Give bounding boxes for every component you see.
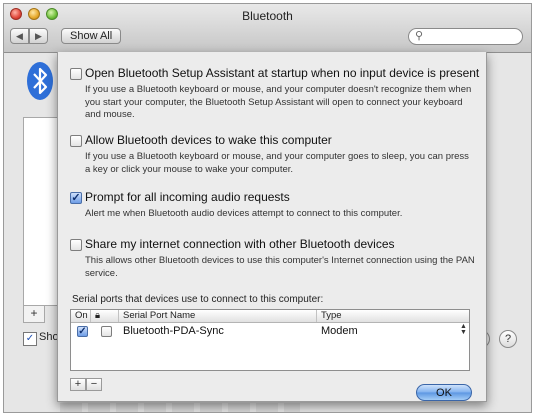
chevron-right-icon: ▶: [35, 31, 42, 41]
column-secure[interactable]: 🔒︎: [91, 310, 119, 322]
remove-port-button[interactable]: −: [86, 378, 102, 391]
advanced-settings-sheet: Open Bluetooth Setup Assistant at startu…: [57, 52, 487, 402]
port-name: Bluetooth-PDA-Sync: [123, 325, 224, 337]
window-title: Bluetooth: [242, 9, 293, 23]
column-on[interactable]: On: [71, 310, 91, 322]
ok-button[interactable]: OK: [416, 384, 472, 401]
show-all-button[interactable]: Show All: [61, 28, 122, 44]
option-description: This allows other Bluetooth devices to u…: [85, 255, 475, 279]
port-secure-checkbox[interactable]: [101, 326, 112, 337]
audio-requests-checkbox[interactable]: ✓: [70, 192, 82, 204]
option-description: If you use a Bluetooth keyboard or mouse…: [85, 151, 469, 175]
bluetooth-icon: [27, 62, 53, 100]
option-description: Alert me when Bluetooth audio devices at…: [85, 208, 403, 219]
setup-assistant-checkbox[interactable]: [70, 68, 82, 80]
table-header: On 🔒︎ Serial Port Name Type: [71, 310, 469, 323]
option-label: Allow Bluetooth devices to wake this com…: [85, 133, 332, 147]
show-status-label: Sho: [39, 331, 59, 343]
option-label: Share my internet connection with other …: [85, 237, 395, 251]
chevron-left-icon: ◀: [16, 31, 23, 41]
add-device-button[interactable]: +: [23, 305, 45, 323]
option-description: If you use a Bluetooth keyboard or mouse…: [85, 84, 472, 120]
title-bar: Bluetooth ◀ ▶ Show All ⚲: [4, 4, 531, 53]
lock-icon: 🔒︎: [95, 310, 101, 321]
show-status-checkbox[interactable]: ✓: [23, 332, 37, 346]
share-internet-checkbox[interactable]: [70, 239, 82, 251]
port-on-checkbox[interactable]: ✓: [77, 326, 88, 337]
search-field[interactable]: ⚲: [408, 28, 523, 45]
back-button[interactable]: ◀: [10, 28, 29, 44]
forward-button[interactable]: ▶: [29, 28, 48, 44]
column-type[interactable]: Type: [317, 310, 469, 322]
dimmed-background-text: [60, 403, 300, 412]
help-button[interactable]: ?: [499, 330, 517, 348]
table-row[interactable]: ✓ Bluetooth-PDA-Sync Modem ▲ ▼: [71, 323, 469, 340]
serial-ports-caption: Serial ports that devices use to connect…: [72, 294, 324, 305]
preferences-window: Bluetooth ◀ ▶ Show All ⚲ + ✓ Sho ? Open …: [3, 3, 532, 413]
option-label: Open Bluetooth Setup Assistant at startu…: [85, 66, 480, 80]
port-type-select[interactable]: Modem: [321, 325, 358, 337]
search-icon: ⚲: [415, 30, 424, 42]
wake-computer-checkbox[interactable]: [70, 135, 82, 147]
option-label: Prompt for all incoming audio requests: [85, 190, 290, 204]
add-port-button[interactable]: +: [70, 378, 86, 391]
select-arrows-icon[interactable]: ▲ ▼: [460, 323, 467, 336]
column-name[interactable]: Serial Port Name: [119, 310, 317, 322]
serial-ports-table[interactable]: On 🔒︎ Serial Port Name Type ✓ Bluetooth-…: [70, 309, 470, 371]
